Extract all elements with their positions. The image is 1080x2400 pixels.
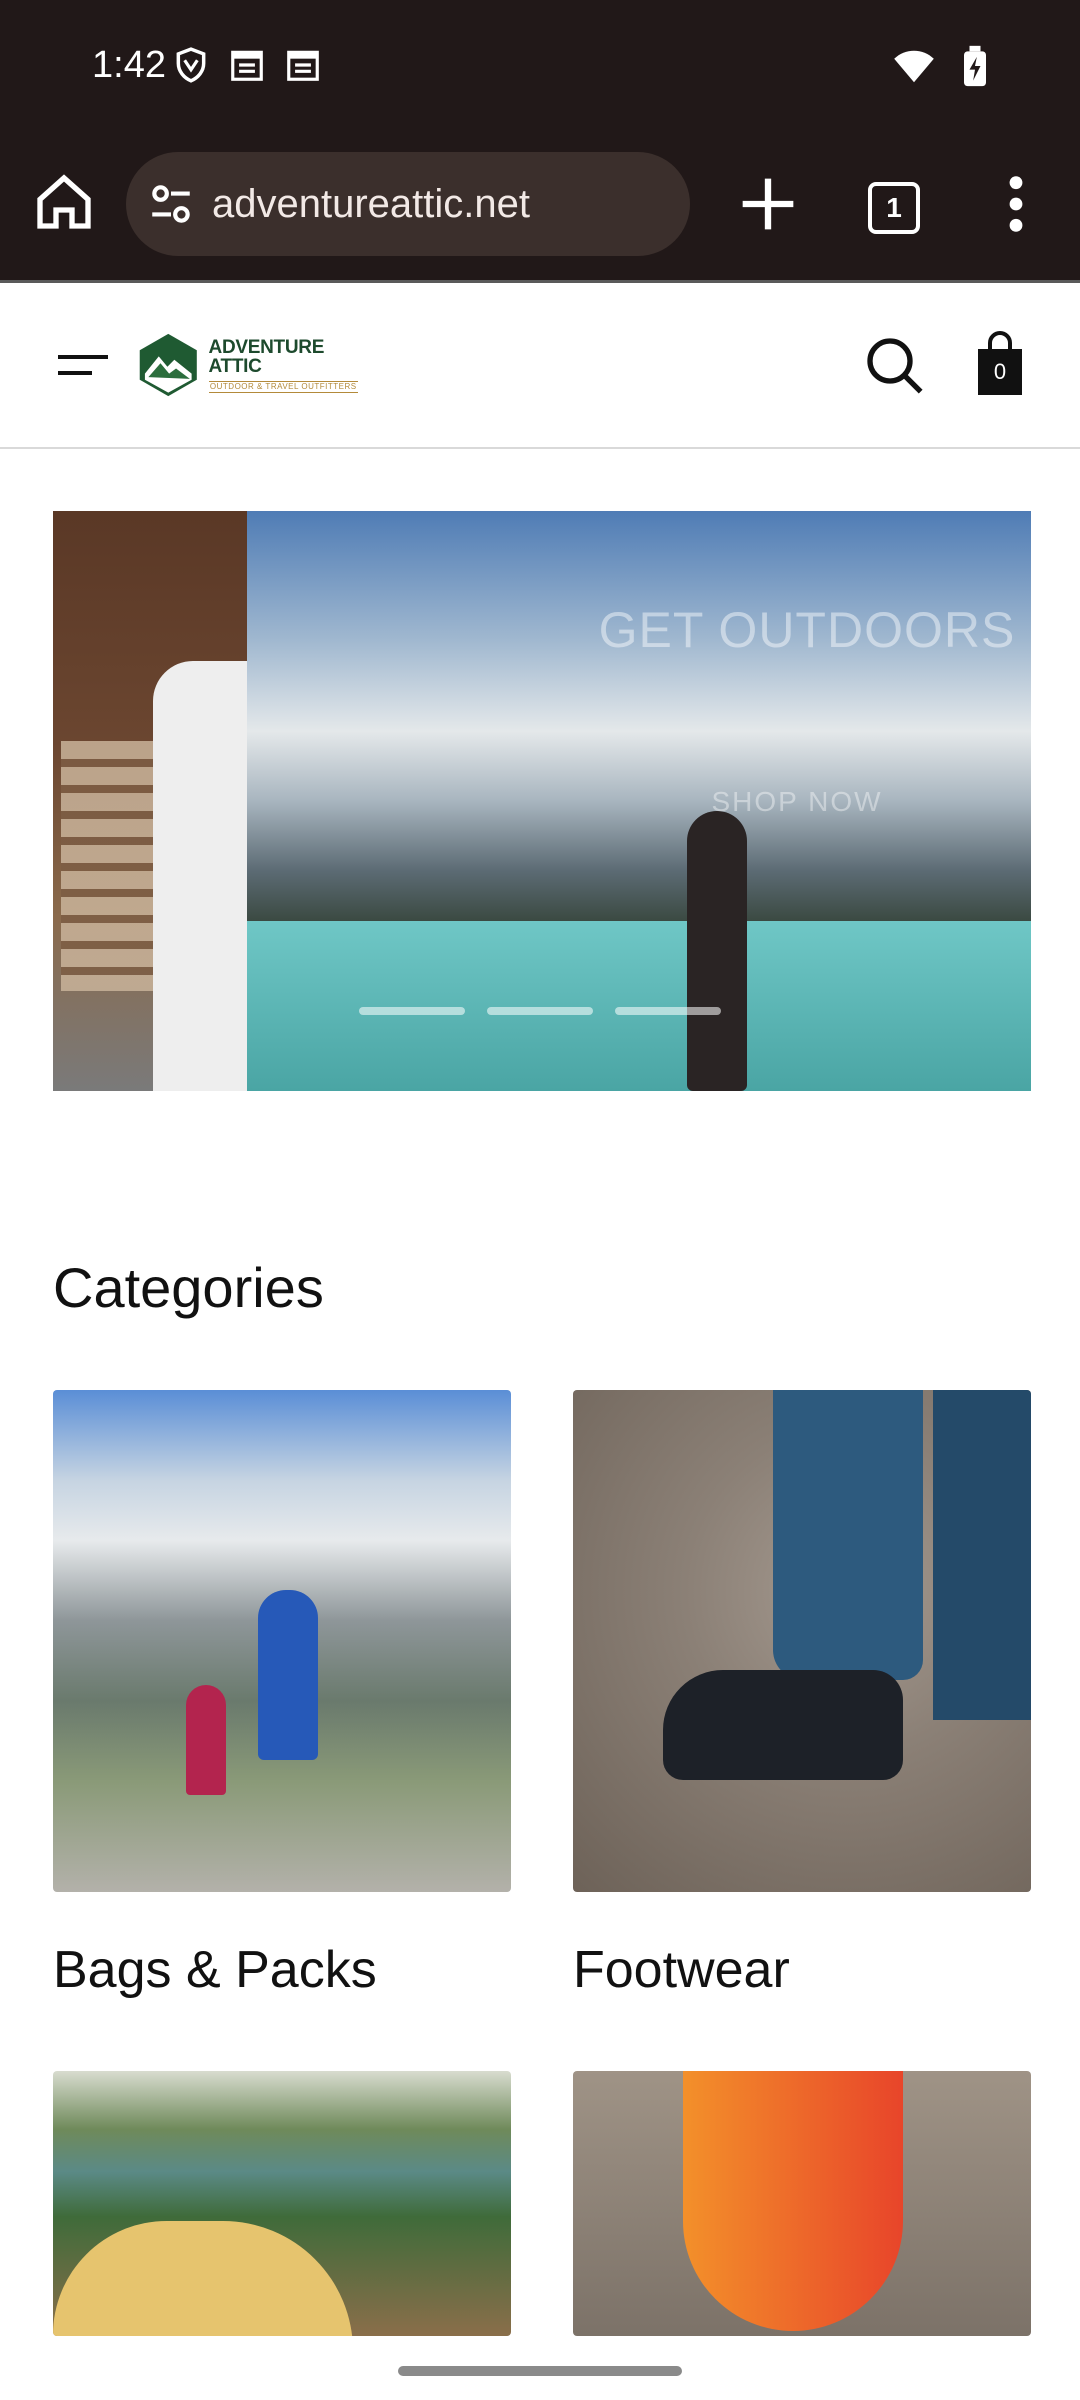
logo-subtitle: OUTDOOR & TRAVEL OUTFITTERS <box>208 380 358 393</box>
category-image-footwear[interactable] <box>573 1390 1031 1892</box>
status-icons-right <box>892 44 992 88</box>
browser-toolbar: adventureattic.net 1 <box>0 130 1080 280</box>
site-settings-icon[interactable] <box>146 179 196 229</box>
calendar-icon <box>231 50 263 81</box>
hero-slide-store-image <box>53 511 247 1091</box>
calendar-icon <box>287 50 319 81</box>
tab-count: 1 <box>886 192 902 223</box>
tent <box>53 2221 353 2336</box>
status-icons-left <box>172 46 322 84</box>
hero-slide-lake-image: GET OUTDOORS SHOP NOW <box>247 511 1031 1091</box>
category-card-bags[interactable]: Bags & Packs <box>53 1390 511 2000</box>
category-card-water[interactable] <box>573 2071 1031 2336</box>
pants <box>933 1390 1031 1720</box>
hero-shop-now-link[interactable]: SHOP NOW <box>677 786 917 818</box>
category-card-camping[interactable] <box>53 2071 511 2336</box>
cart-count: 0 <box>993 359 1007 384</box>
category-image-water[interactable] <box>573 2071 1031 2336</box>
address-bar[interactable]: adventureattic.net <box>126 152 690 256</box>
pants <box>773 1390 923 1680</box>
tab-switcher-button[interactable]: 1 <box>868 182 920 234</box>
hero-carousel[interactable]: GET OUTDOORS SHOP NOW <box>53 511 1031 1091</box>
logo-title: ADVENTURE ATTIC <box>208 336 325 377</box>
carousel-dot[interactable] <box>615 1007 721 1015</box>
vpn-shield-icon <box>176 47 206 83</box>
cart-button[interactable]: 0 <box>974 331 1026 397</box>
carousel-dot[interactable] <box>359 1007 465 1015</box>
category-label[interactable]: Footwear <box>573 1940 1031 2000</box>
store-figure <box>153 661 247 1091</box>
carousel-dot[interactable] <box>487 1007 593 1015</box>
overflow-menu-icon[interactable] <box>996 172 1036 236</box>
hiker <box>687 811 747 1091</box>
carousel-indicators <box>359 1007 721 1015</box>
kayak <box>683 2071 903 2331</box>
new-tab-icon[interactable] <box>730 166 806 242</box>
status-time: 1:42 <box>92 44 166 86</box>
hiker-figure <box>186 1685 226 1795</box>
status-bar: 1:42 <box>0 0 1080 130</box>
boot <box>663 1670 903 1780</box>
hero-headline: GET OUTDOORS <box>598 602 1016 658</box>
url-text[interactable]: adventureattic.net <box>212 182 530 227</box>
category-card-footwear[interactable]: Footwear <box>573 1390 1031 2000</box>
home-icon[interactable] <box>32 170 96 234</box>
battery-charging-icon <box>964 45 986 87</box>
gesture-navigation-bar[interactable] <box>398 2366 682 2376</box>
categories-title: Categories <box>53 1256 324 1319</box>
hamburger-menu-icon[interactable] <box>56 345 110 385</box>
mountain-logo-icon <box>139 333 197 397</box>
site-logo[interactable]: ADVENTURE ATTIC OUTDOOR & TRAVEL OUTFITT… <box>138 323 358 407</box>
hiker-figure <box>258 1590 318 1760</box>
site-header: ADVENTURE ATTIC OUTDOOR & TRAVEL OUTFITT… <box>0 283 1080 449</box>
wifi-icon <box>894 50 934 83</box>
category-label[interactable]: Bags & Packs <box>53 1940 511 2000</box>
search-icon[interactable] <box>862 333 926 397</box>
category-image-bags[interactable] <box>53 1390 511 1892</box>
lake <box>247 921 1031 1091</box>
category-image-camping[interactable] <box>53 2071 511 2336</box>
